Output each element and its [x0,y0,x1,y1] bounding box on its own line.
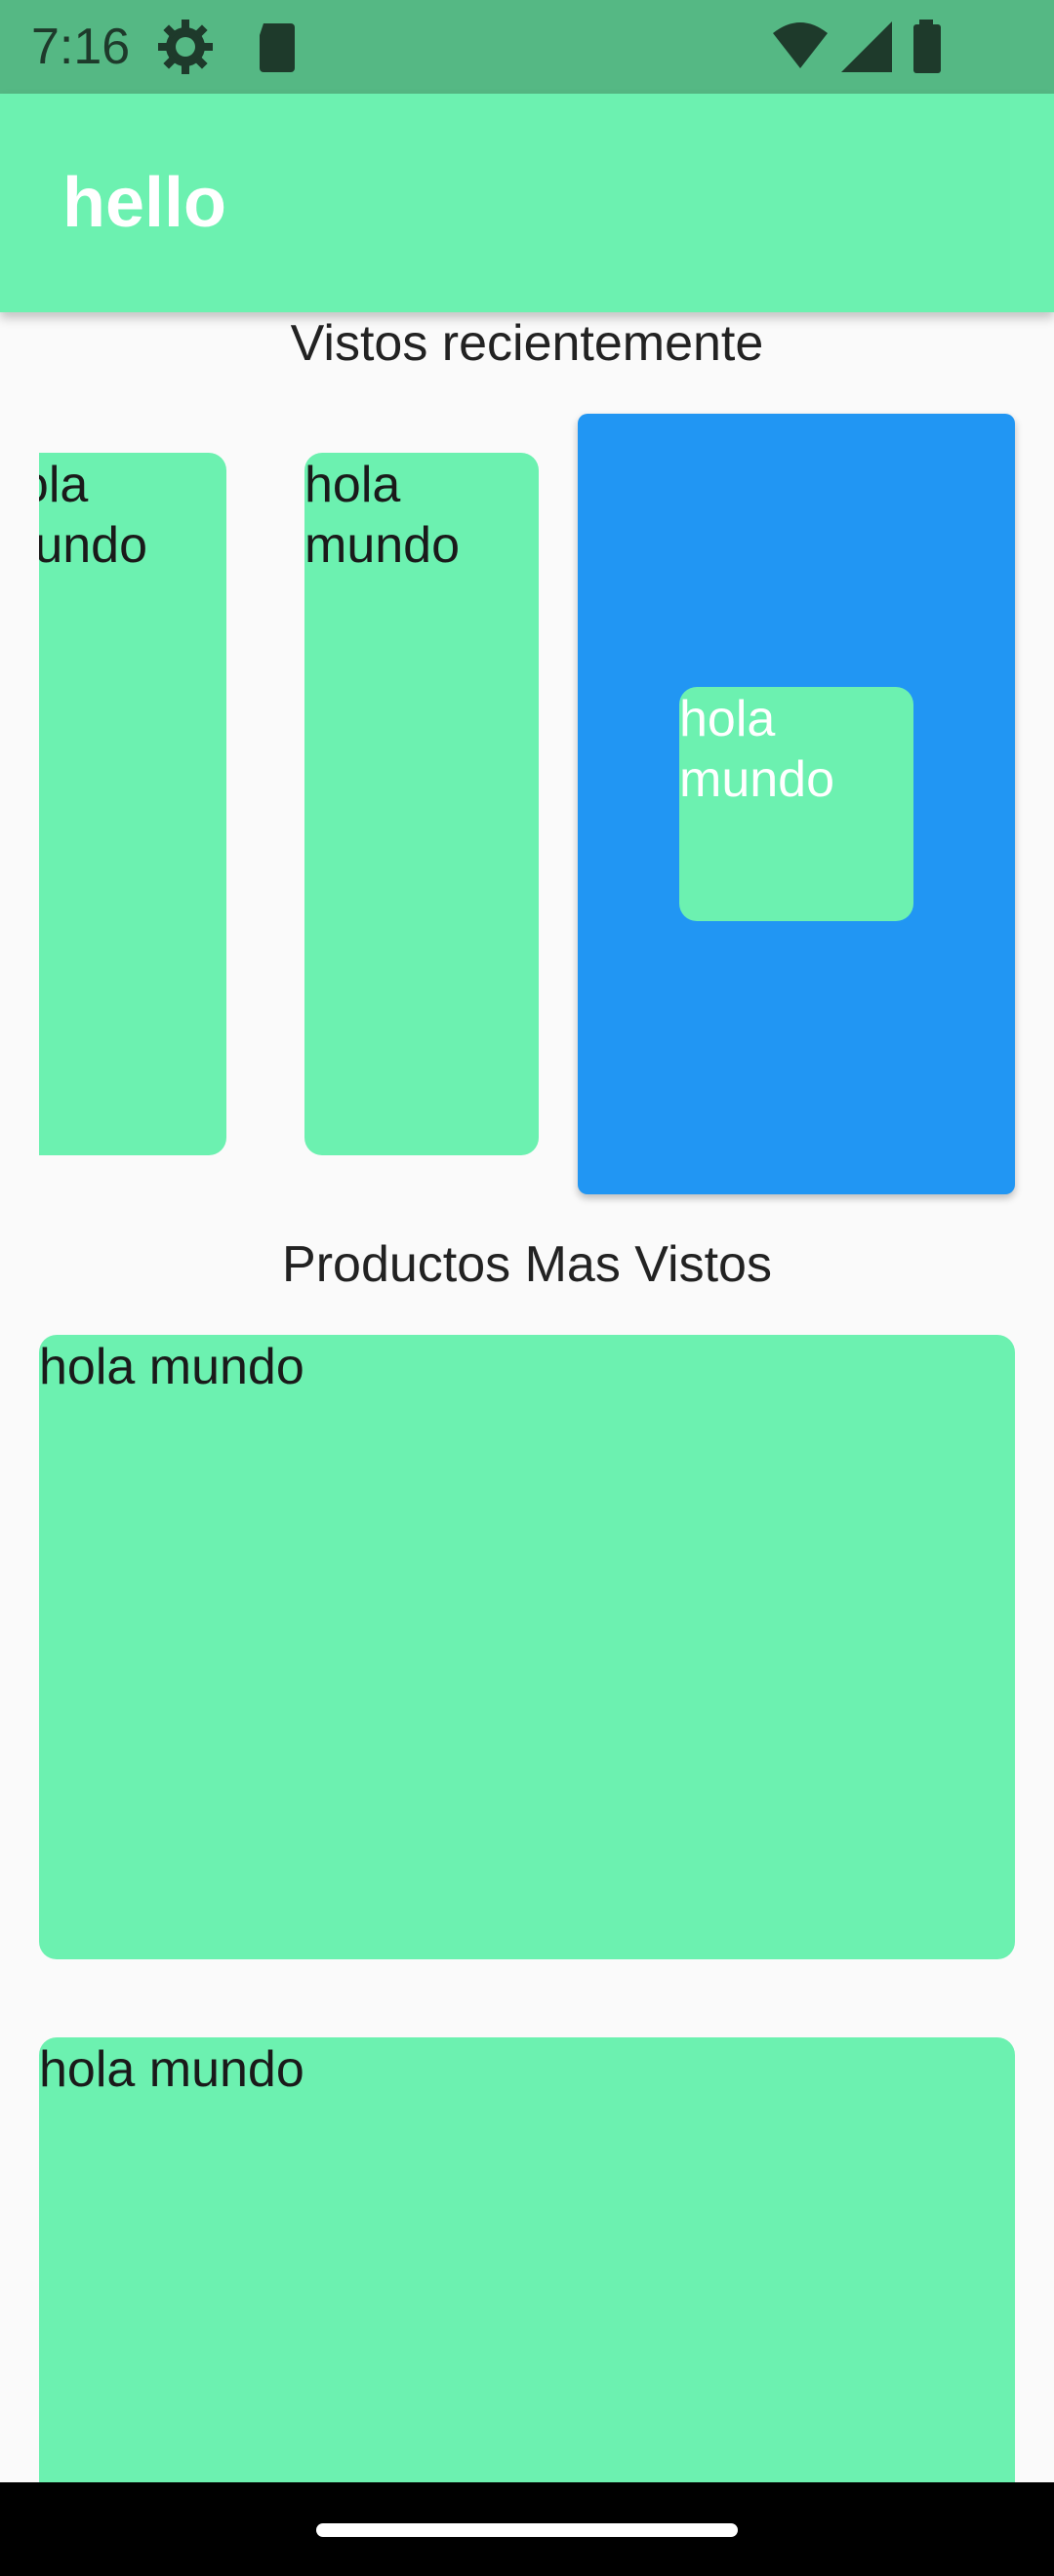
recent-card-3[interactable]: hola mundo [679,687,913,921]
most-viewed-card-2[interactable]: hola mundo [39,2037,1015,2482]
card-text: hola mundo [304,457,460,574]
gear-icon [156,18,215,76]
signal-icon [837,18,896,76]
sd-card-icon [248,18,306,76]
recent-section-title: Vistos recientemente [290,315,764,372]
card-text: hola mundo [679,691,834,808]
recent-card-1[interactable]: hola mundo [39,453,226,1155]
battery-icon [908,18,947,76]
status-bar: 7:16 [0,0,1054,94]
navigation-bar [0,2482,1054,2576]
most-viewed-section-title: Productos Mas Vistos [282,1236,772,1293]
status-time: 7:16 [31,19,131,75]
recent-card-2[interactable]: hola mundo [304,453,539,1155]
most-viewed-card-1[interactable]: hola mundo [39,1335,1015,1959]
card-text: hola mundo [39,1339,304,1395]
wifi-icon [771,18,830,76]
card-text: hola mundo [39,2041,304,2098]
app-bar: hello [0,94,1054,312]
recent-card-clip: hola mundo [39,453,226,1155]
selected-card-frame[interactable]: hola mundo [578,414,1015,1194]
home-gesture-handle[interactable] [316,2523,738,2537]
card-text: hola mundo [39,457,147,574]
app-bar-title: hello [62,164,227,242]
